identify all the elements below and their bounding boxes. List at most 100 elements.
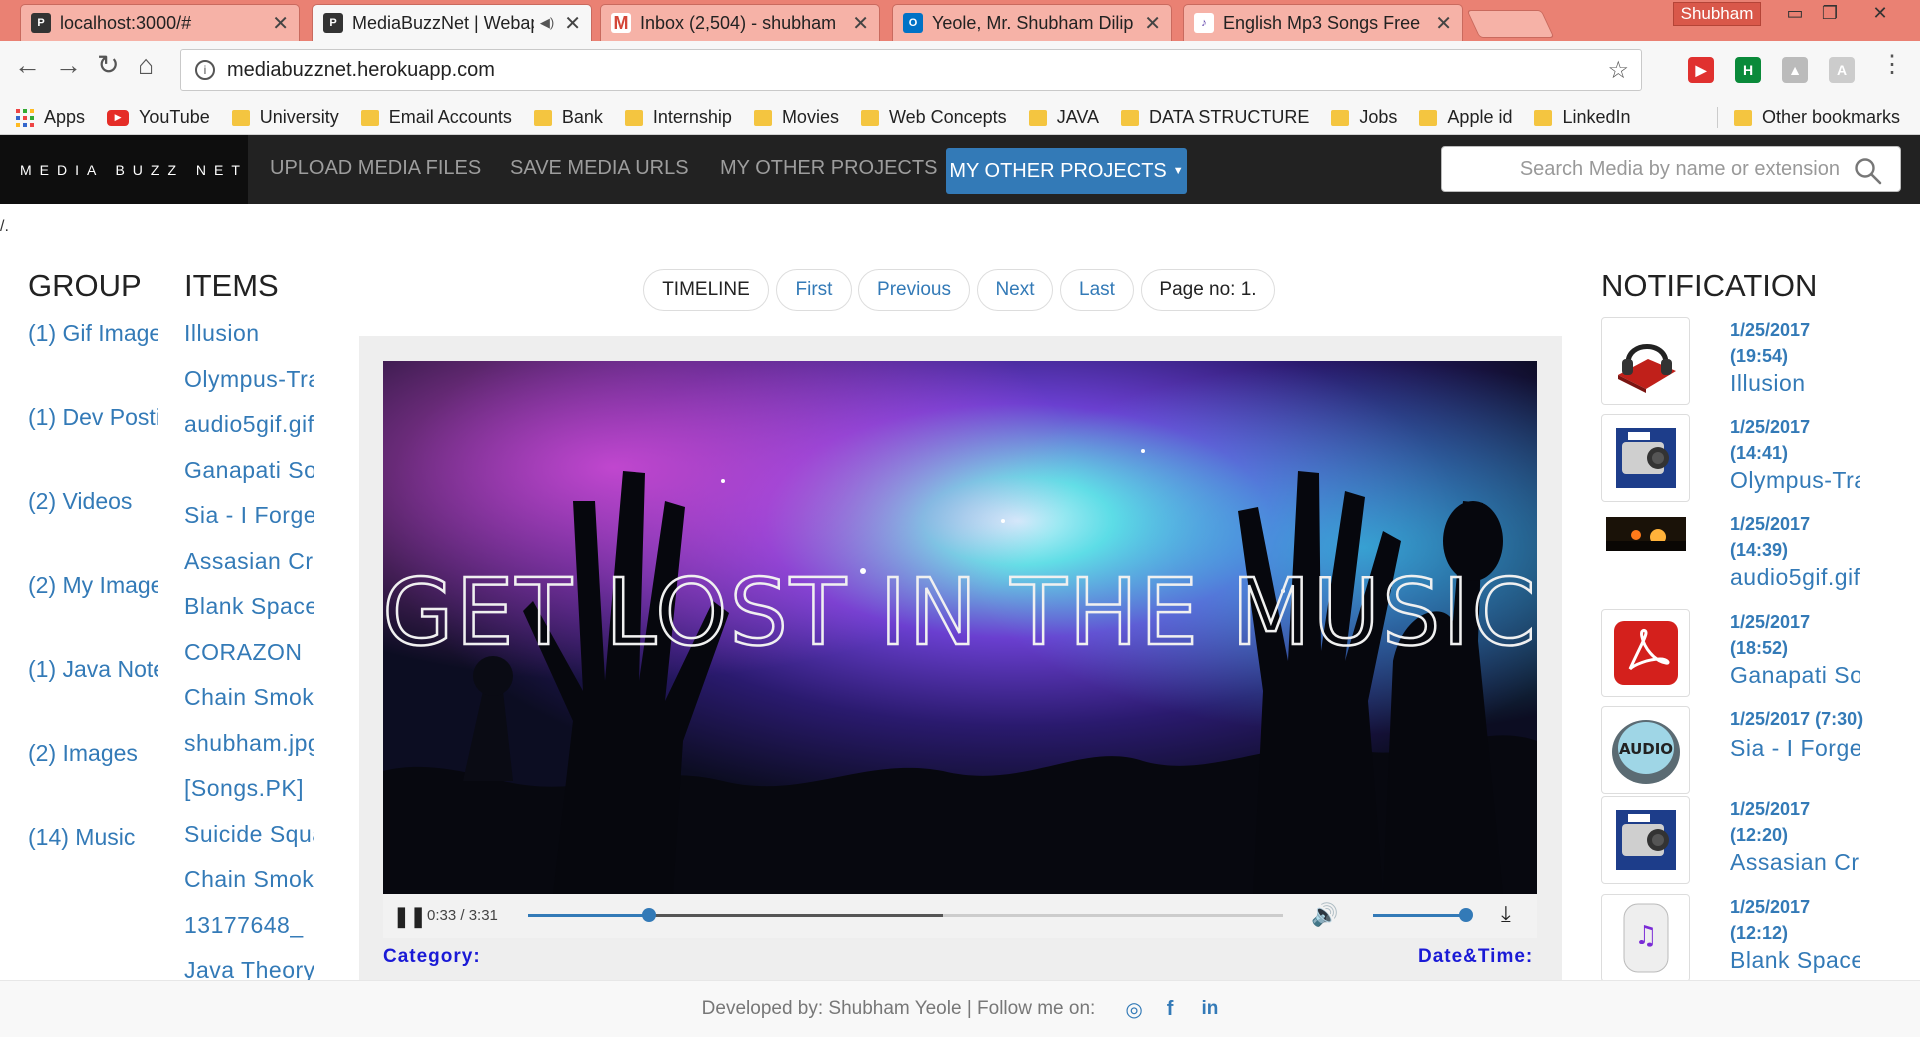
extension-icon[interactable]: ▶ <box>1688 57 1714 83</box>
drive-icon[interactable]: ▲ <box>1782 57 1808 83</box>
notification-link[interactable]: Blank Space <box>1730 947 1860 974</box>
seek-bar[interactable] <box>528 908 1283 922</box>
notification-link[interactable]: Ganapati Song <box>1730 662 1860 689</box>
item-link[interactable]: Illusion <box>184 320 314 347</box>
browser-tab-active[interactable]: P MediaBuzzNet | Webapp ◀) ✕ <box>312 4 592 41</box>
group-link[interactable]: (2) Images <box>28 740 158 767</box>
pause-icon[interactable]: ❚❚ <box>393 904 427 929</box>
item-link[interactable]: Chain Smokers <box>184 684 314 711</box>
speaker-icon[interactable]: ◀) <box>540 15 554 31</box>
volume-handle[interactable] <box>1459 908 1473 922</box>
volume-slider[interactable] <box>1373 908 1473 922</box>
item-link[interactable]: 13177648_ <box>184 912 314 939</box>
reload-icon[interactable]: ↻ <box>97 50 120 81</box>
notification-link[interactable]: Olympus-Trailer <box>1730 467 1860 494</box>
bookmark-folder[interactable]: Jobs <box>1331 107 1397 128</box>
first-page-button[interactable]: First <box>776 269 852 311</box>
group-link[interactable]: (14) Music <box>28 824 158 851</box>
browser-tab[interactable]: ♪ English Mp3 Songs Free Download ✕ <box>1183 4 1463 41</box>
extension-icon[interactable]: H <box>1735 57 1761 83</box>
home-icon[interactable]: ⌂ <box>138 50 154 81</box>
download-icon[interactable]: ⤓ <box>1501 901 1511 927</box>
linkedin-icon[interactable]: in <box>1201 998 1218 1020</box>
volume-icon[interactable]: 🔊 <box>1311 902 1338 928</box>
browser-tab[interactable]: M Inbox (2,504) - shubham ✕ <box>600 4 880 41</box>
item-link[interactable]: shubham.jpg <box>184 730 314 757</box>
video-camera-icon[interactable] <box>1601 796 1690 884</box>
star-icon[interactable]: ☆ <box>1607 56 1629 85</box>
bookmark-folder[interactable]: University <box>231 107 339 128</box>
concert-thumbnail[interactable] <box>1601 511 1690 557</box>
notification-link[interactable]: Sia - I Forget <box>1730 735 1860 762</box>
bookmark-folder[interactable]: LinkedIn <box>1534 107 1631 128</box>
profile-button[interactable]: Shubham <box>1673 2 1761 26</box>
group-link[interactable]: (1) Gif Images <box>28 320 158 347</box>
group-link[interactable]: (2) Videos <box>28 488 158 515</box>
brand-logo[interactable]: MEDIA BUZZ NET <box>0 135 248 204</box>
close-icon[interactable]: ✕ <box>564 11 581 36</box>
minimize-icon[interactable]: ▭ <box>1780 0 1810 27</box>
new-tab-button[interactable] <box>1466 10 1555 38</box>
bookmark-folder[interactable]: Bank <box>533 107 603 128</box>
timeline-button[interactable]: TIMELINE <box>643 269 769 311</box>
restore-icon[interactable]: ❐ <box>1815 0 1845 27</box>
nav-save-media-urls[interactable]: SAVE MEDIA URLS <box>510 157 689 180</box>
item-link[interactable]: Chain Smokers <box>184 866 314 893</box>
browser-tab[interactable]: O Yeole, Mr. Shubham Dilip ✕ <box>892 4 1172 41</box>
bookmark-folder[interactable]: Movies <box>753 107 839 128</box>
item-link[interactable]: Assasian Creed <box>184 548 314 575</box>
item-link[interactable]: Ganapati Song <box>184 457 314 484</box>
bookmark-apps[interactable]: Apps <box>16 107 85 128</box>
notification-link[interactable]: audio5gif.gif <box>1730 564 1860 591</box>
search-icon[interactable] <box>1854 157 1882 185</box>
bookmark-folder[interactable]: Web Concepts <box>860 107 1007 128</box>
item-link[interactable]: Suicide Squad <box>184 821 314 848</box>
close-icon[interactable]: ✕ <box>852 11 869 36</box>
back-icon[interactable]: ← <box>14 50 41 81</box>
browser-tab[interactable]: P localhost:3000/# ✕ <box>20 4 300 41</box>
bookmark-folder[interactable]: JAVA <box>1028 107 1099 128</box>
bookmark-youtube[interactable]: ▶ YouTube <box>107 107 210 128</box>
item-link[interactable]: Olympus-Trailer <box>184 366 314 393</box>
other-bookmarks[interactable]: Other bookmarks <box>1716 107 1900 128</box>
audio-icon[interactable]: AUDIO <box>1601 706 1690 794</box>
item-link[interactable]: [Songs.PK] <box>184 775 314 802</box>
item-link[interactable]: audio5gif.gif <box>184 411 314 438</box>
pdf-icon[interactable] <box>1601 609 1690 697</box>
menu-icon[interactable]: ⋮ <box>1880 50 1904 79</box>
music-note-icon[interactable]: ♫ <box>1601 894 1690 982</box>
notification-link[interactable]: Assasian Creed <box>1730 849 1860 876</box>
search-input[interactable]: Search Media by name or extension <box>1441 146 1901 192</box>
pdf-extension-icon[interactable]: A <box>1829 57 1855 83</box>
bookmark-folder[interactable]: Internship <box>624 107 732 128</box>
close-icon[interactable]: ✕ <box>1144 11 1161 36</box>
forward-icon[interactable]: → <box>55 50 82 81</box>
info-icon[interactable]: i <box>195 60 215 80</box>
bookmark-folder[interactable]: Email Accounts <box>360 107 512 128</box>
seek-handle[interactable] <box>641 908 656 922</box>
github-icon[interactable]: ◎ <box>1125 997 1142 1022</box>
bookmark-folder[interactable]: DATA STRUCTURE <box>1121 107 1309 128</box>
next-page-button[interactable]: Next <box>977 269 1053 311</box>
item-link[interactable]: CORAZON <box>184 639 314 666</box>
last-page-button[interactable]: Last <box>1060 269 1134 311</box>
close-icon[interactable]: ✕ <box>1435 11 1452 36</box>
group-link[interactable]: (1) Java Notes <box>28 656 158 683</box>
facebook-icon[interactable]: f <box>1167 998 1174 1021</box>
item-link[interactable]: Blank Space <box>184 593 314 620</box>
address-bar[interactable]: i mediabuzznet.herokuapp.com ☆ <box>180 49 1642 91</box>
bookmark-folder[interactable]: Apple id <box>1419 107 1512 128</box>
close-icon[interactable]: ✕ <box>272 11 289 36</box>
notification-link[interactable]: Illusion <box>1730 370 1860 397</box>
projects-dropdown[interactable]: MY OTHER PROJECTS ▼ <box>946 148 1187 194</box>
headphones-icon[interactable] <box>1601 317 1690 405</box>
previous-page-button[interactable]: Previous <box>858 269 970 311</box>
close-window-icon[interactable]: ✕ <box>1850 0 1910 27</box>
nav-upload-media[interactable]: UPLOAD MEDIA FILES <box>270 157 481 180</box>
video-player[interactable]: GET LOST IN THE MUSIC <box>383 361 1537 894</box>
group-link[interactable]: (1) Dev Postings <box>28 404 158 431</box>
nav-other-projects[interactable]: MY OTHER PROJECTS <box>720 157 937 180</box>
group-link[interactable]: (2) My Images <box>28 572 158 599</box>
video-camera-icon[interactable] <box>1601 414 1690 502</box>
item-link[interactable]: Sia - I Forget <box>184 502 314 529</box>
